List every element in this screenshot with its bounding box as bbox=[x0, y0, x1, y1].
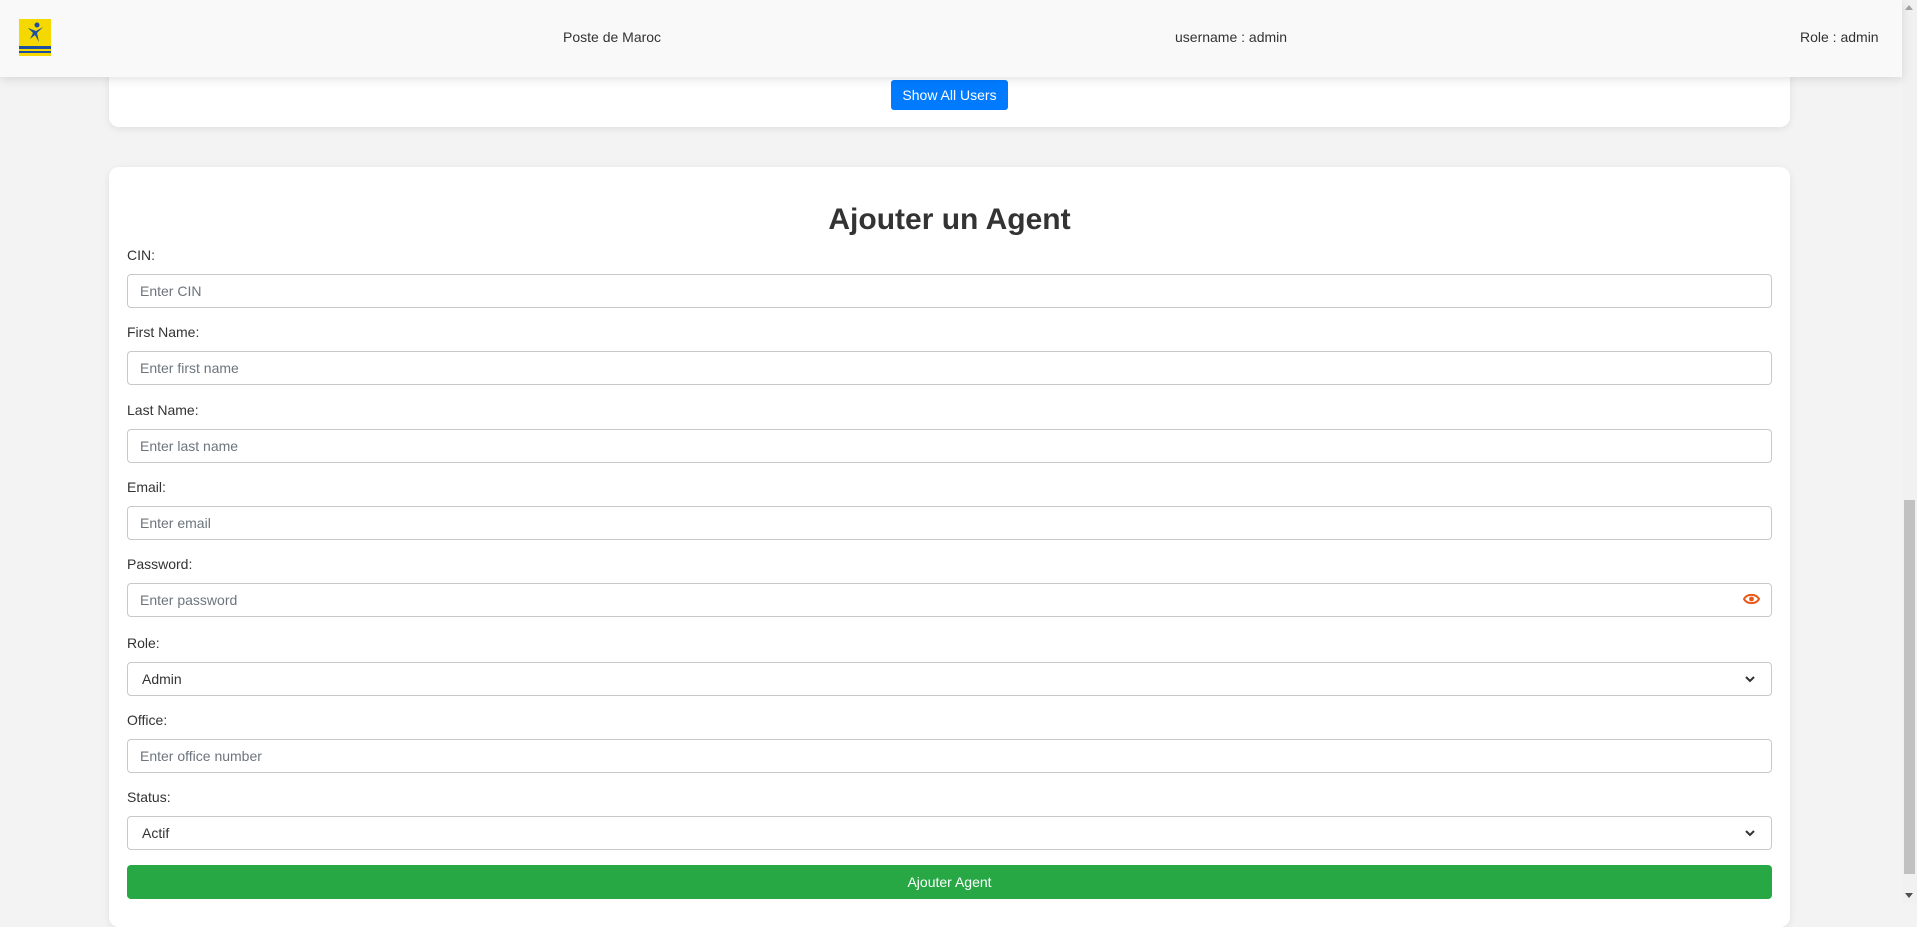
email-label: Email: bbox=[127, 479, 166, 495]
status-label: Status: bbox=[127, 789, 171, 805]
role-label: Role: bbox=[127, 635, 160, 651]
chevron-down-icon bbox=[1745, 676, 1755, 683]
first-name-label: First Name: bbox=[127, 324, 200, 340]
username-display: username : admin bbox=[1175, 29, 1288, 45]
email-input[interactable] bbox=[127, 506, 1772, 540]
show-all-users-button[interactable]: Show All Users bbox=[891, 80, 1008, 110]
logo-stripe bbox=[19, 51, 51, 53]
scrollbar-thumb[interactable] bbox=[1904, 500, 1915, 874]
add-agent-form-card: Ajouter un Agent CIN: First Name: Last N… bbox=[109, 167, 1790, 927]
logo-figure-icon bbox=[28, 22, 43, 42]
password-input[interactable] bbox=[127, 583, 1772, 617]
password-field-wrapper bbox=[127, 583, 1772, 617]
role-selected-value: Admin bbox=[142, 671, 182, 687]
scroll-down-arrow-icon[interactable] bbox=[1905, 893, 1913, 898]
role-select[interactable]: Admin bbox=[127, 662, 1772, 696]
top-header: Poste de Maroc username : admin Role : a… bbox=[0, 0, 1902, 77]
cin-label: CIN: bbox=[127, 247, 155, 263]
scroll-up-arrow-icon[interactable] bbox=[1905, 5, 1913, 10]
add-agent-submit-button[interactable]: Ajouter Agent bbox=[127, 865, 1772, 899]
form-title: Ajouter un Agent bbox=[828, 203, 1071, 236]
cin-input[interactable] bbox=[127, 274, 1772, 308]
last-name-label: Last Name: bbox=[127, 402, 199, 418]
poste-maroc-logo[interactable] bbox=[19, 19, 51, 56]
first-name-input[interactable] bbox=[127, 351, 1772, 385]
brand-name: Poste de Maroc bbox=[563, 29, 662, 45]
status-select[interactable]: Actif bbox=[127, 816, 1772, 850]
logo-stripe bbox=[19, 46, 51, 49]
page-scrollbar[interactable] bbox=[1902, 0, 1917, 903]
office-input[interactable] bbox=[127, 739, 1772, 773]
role-display: Role : admin bbox=[1800, 29, 1879, 45]
chevron-down-icon bbox=[1745, 830, 1755, 837]
status-selected-value: Actif bbox=[142, 825, 170, 841]
eye-icon[interactable] bbox=[1743, 592, 1760, 606]
last-name-input[interactable] bbox=[127, 429, 1772, 463]
office-label: Office: bbox=[127, 712, 168, 728]
password-label: Password: bbox=[127, 556, 193, 572]
